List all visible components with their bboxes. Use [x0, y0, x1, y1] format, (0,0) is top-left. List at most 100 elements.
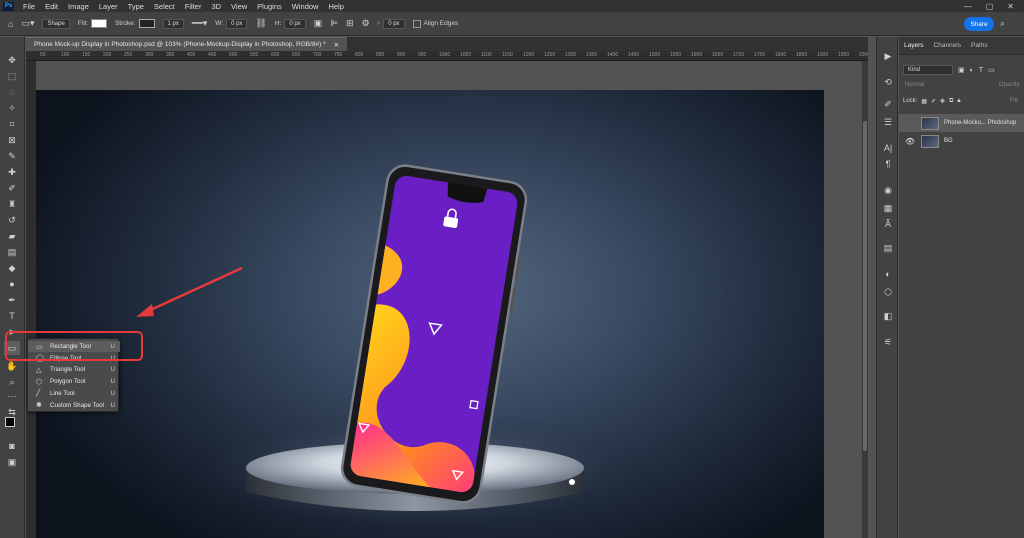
filter-adjust-icon[interactable]: ◐ — [970, 67, 974, 74]
gradient-tool-icon[interactable]: ▤ — [4, 245, 20, 259]
path-arrangement-icon[interactable]: ⊞ — [346, 18, 354, 29]
close-icon[interactable]: ✕ — [1007, 2, 1014, 11]
filter-type-icon[interactable]: T — [979, 67, 983, 74]
menu-view[interactable]: View — [226, 2, 252, 11]
blend-mode-select[interactable]: Normal — [905, 82, 924, 88]
blur-tool-icon[interactable]: ◆ — [4, 261, 20, 275]
close-tab-icon[interactable]: ✕ — [334, 41, 339, 49]
paragraph-icon[interactable]: ¶ — [880, 157, 896, 171]
zoom-tool-icon[interactable]: ⌕ — [4, 375, 20, 389]
menu-type[interactable]: Type — [123, 2, 149, 11]
menu-plugins[interactable]: Plugins — [252, 2, 287, 11]
dodge-tool-icon[interactable]: ● — [4, 277, 20, 291]
ruler-horizontal[interactable]: 50 100 150 200 250 300 350 400 450 500 550 600 650 70… — [26, 51, 868, 61]
search-icon[interactable]: ⌕ — [1000, 18, 1005, 29]
menu-edit[interactable]: Edit — [40, 2, 63, 11]
stroke-width-field[interactable]: 1 px — [162, 18, 184, 29]
flyout-item-triangle[interactable]: △ Triangle Tool U — [28, 364, 120, 375]
menu-help[interactable]: Help — [323, 2, 348, 11]
comments-icon[interactable]: ▤ — [880, 241, 896, 255]
fill-swatch[interactable] — [90, 19, 107, 28]
tab-channels[interactable]: Channels — [929, 42, 966, 49]
tab-layers[interactable]: Layers — [899, 42, 929, 49]
properties-icon[interactable]: ◧ — [880, 309, 896, 323]
crop-tool-icon[interactable]: ⌗ — [4, 117, 20, 131]
flyout-item-polygon[interactable]: ⬡ Polygon Tool U — [28, 376, 120, 387]
flyout-item-line[interactable]: ╱ Line Tool U — [28, 388, 120, 399]
width-field[interactable]: 0 px — [226, 18, 248, 29]
adjust-sliders-icon[interactable]: ☰ — [880, 115, 896, 129]
screen-mode-icon[interactable]: ▣ — [4, 455, 20, 469]
tool-preset-icon[interactable]: ▭▾ — [21, 18, 34, 29]
move-tool-icon[interactable]: ✥ — [4, 53, 20, 67]
height-field[interactable]: 0 px — [284, 18, 306, 29]
color-icon[interactable]: ◉ — [880, 183, 896, 197]
menu-file[interactable]: File — [18, 2, 40, 11]
vertical-scrollbar[interactable] — [862, 61, 868, 538]
menu-layer[interactable]: Layer — [94, 2, 123, 11]
marquee-tool-icon[interactable]: ⬚ — [4, 69, 20, 83]
menu-window[interactable]: Window — [287, 2, 324, 11]
stroke-swatch[interactable] — [138, 19, 155, 28]
minimize-icon[interactable]: — — [964, 2, 972, 11]
menu-3d[interactable]: 3D — [206, 2, 226, 11]
align-edges-checkbox[interactable] — [412, 19, 421, 28]
menu-select[interactable]: Select — [149, 2, 180, 11]
foreground-color-swatch[interactable] — [5, 417, 15, 427]
stroke-type-icon[interactable]: ━━▾ — [192, 18, 207, 29]
scroll-thumb[interactable] — [863, 121, 867, 451]
maximize-icon[interactable]: ▢ — [986, 2, 994, 11]
eraser-icon[interactable]: ▰ — [4, 229, 20, 243]
3d-cube-icon[interactable]: ⬡ — [880, 285, 896, 299]
link-icon[interactable]: ⛓ — [255, 18, 266, 29]
corner-radius-field[interactable]: 0 px — [383, 18, 405, 29]
ruler-vertical[interactable] — [26, 61, 36, 538]
home-icon[interactable]: ⌂ — [8, 19, 13, 29]
lock-all-icon[interactable]: 🔒︎ — [957, 98, 960, 105]
layer-row[interactable]: Phone-Mocku... Photoshop — [899, 114, 1024, 132]
mode-select[interactable]: Shape — [42, 18, 70, 29]
photoshop-logo-icon[interactable]: Ps — [3, 1, 14, 11]
healing-brush-icon[interactable]: ✚ — [4, 165, 20, 179]
play-icon[interactable]: ▶ — [880, 49, 896, 63]
libraries-icon[interactable]: ⚟ — [880, 335, 896, 349]
lock-pixels-icon[interactable]: ▦ — [921, 98, 927, 105]
type-tool-icon[interactable]: T — [4, 309, 20, 323]
brush-tool-icon[interactable]: ✐ — [4, 181, 20, 195]
eye-icon[interactable]: 👁︎ — [899, 137, 921, 146]
eyedropper-icon[interactable]: ✎ — [4, 149, 20, 163]
adjustments-icon[interactable]: ◐ — [880, 267, 896, 281]
layer-row[interactable]: 👁︎ BG — [899, 132, 1024, 150]
lock-artboard-icon[interactable]: ⧉ — [949, 98, 953, 105]
filter-shape-icon[interactable]: ▭ — [988, 66, 995, 74]
lock-move-icon[interactable]: ✥ — [940, 98, 945, 105]
frame-tool-icon[interactable]: ⊠ — [4, 133, 20, 147]
path-operations-icon[interactable]: ▣ — [314, 18, 323, 29]
document-canvas[interactable] — [36, 90, 824, 538]
history-brush-icon[interactable]: ↺ — [4, 213, 20, 227]
filter-kind-select[interactable]: Kind — [903, 65, 953, 75]
document-tab[interactable]: Phone Mock-up Display in Photoshop.psd @… — [26, 37, 348, 51]
menu-image[interactable]: Image — [63, 2, 94, 11]
quick-mask-icon[interactable]: ◙ — [4, 439, 20, 453]
glyphs-icon[interactable]: Ã — [880, 217, 896, 231]
lock-paint-icon[interactable]: ✐ — [931, 98, 936, 105]
menu-filter[interactable]: Filter — [180, 2, 207, 11]
gear-icon[interactable]: ⚙ — [362, 18, 370, 29]
swatches-icon[interactable]: ▦ — [880, 201, 896, 215]
flyout-item-custom-shape[interactable]: ✱ Custom Shape Tool U — [28, 400, 120, 411]
history-icon[interactable]: ⟲ — [880, 75, 896, 89]
more-tools-icon[interactable]: ··· — [4, 389, 20, 403]
filter-pixel-icon[interactable]: ▣ — [958, 66, 965, 74]
stamp-tool-icon[interactable]: ♜ — [4, 197, 20, 211]
hand-tool-icon[interactable]: ✋ — [4, 359, 20, 373]
character-icon[interactable]: A| — [880, 141, 896, 155]
share-button[interactable]: Share — [964, 17, 994, 31]
brush-settings-icon[interactable]: ✐ — [880, 97, 896, 111]
mode-value[interactable]: Shape — [42, 18, 70, 29]
pen-tool-icon[interactable]: ✒ — [4, 293, 20, 307]
magic-wand-icon[interactable]: ✧ — [4, 101, 20, 115]
path-alignment-icon[interactable]: ⊫ — [330, 18, 338, 29]
tab-paths[interactable]: Paths — [966, 42, 993, 49]
lasso-tool-icon[interactable]: ◌ — [4, 85, 20, 99]
